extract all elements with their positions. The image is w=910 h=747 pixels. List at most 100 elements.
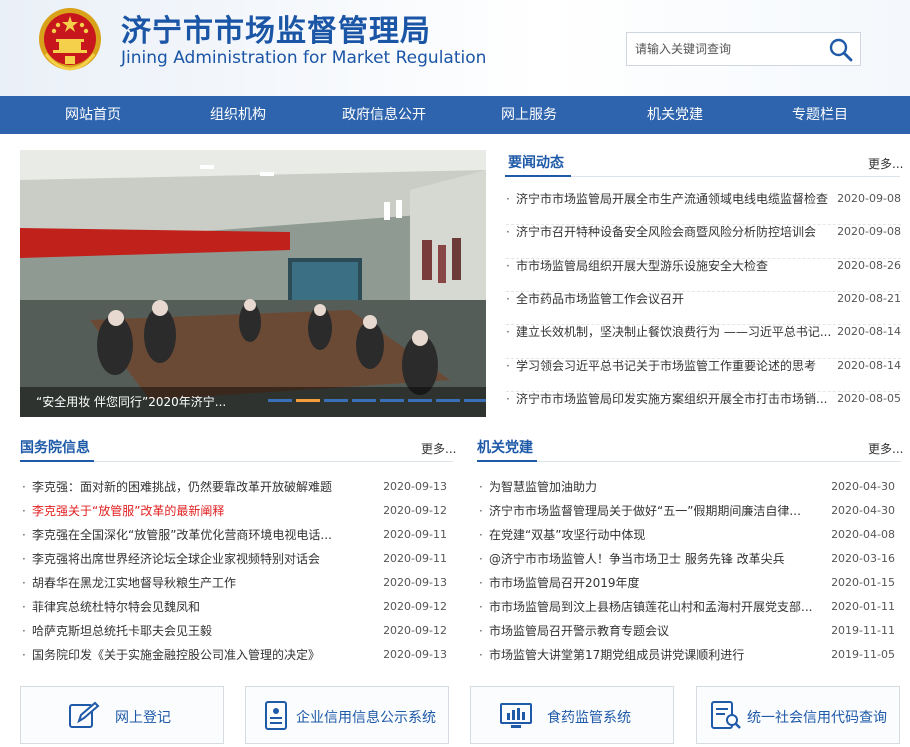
bullet-icon: · bbox=[479, 480, 483, 494]
nav-item-special-topics[interactable]: 专题栏目 bbox=[760, 96, 880, 134]
bullet-icon: · bbox=[479, 624, 483, 638]
search-input[interactable] bbox=[627, 33, 822, 65]
list-item-date: 2020-09-13 bbox=[383, 576, 447, 589]
pen-edit-icon bbox=[69, 701, 100, 728]
list-item-date: 2020-03-16 bbox=[831, 552, 895, 565]
list-item[interactable]: · 济宁市市场监管局印发实施方案组织开展全市打击市场销... 2020-08-05 bbox=[506, 387, 901, 411]
quick-link-label: 食药监管系统 bbox=[547, 710, 631, 726]
list-item[interactable]: · 在党建“双基”攻坚行动中体现 2020-04-08 bbox=[479, 523, 895, 547]
nav-item-organization[interactable]: 组织机构 bbox=[178, 96, 298, 134]
list-item[interactable]: · 济宁市市场监管局开展全市生产流通领域电线电缆监督检查 2020-09-08 bbox=[506, 187, 901, 211]
list-item-title[interactable]: 全市药品市场监管工作会议召开 bbox=[516, 287, 834, 311]
list-item-title[interactable]: 市市场监管局到汶上县杨店镇莲花山村和孟海村开展党支部... bbox=[489, 595, 819, 619]
bullet-icon: · bbox=[479, 504, 483, 518]
list-item[interactable]: · 市场监管局召开警示教育专题会议 2019-11-11 bbox=[479, 619, 895, 643]
list-item-title[interactable]: 市场监管局召开警示教育专题会议 bbox=[489, 619, 819, 643]
list-item-date: 2020-09-08 bbox=[837, 192, 901, 205]
quick-link-label: 企业信用信息公示系统 bbox=[296, 710, 436, 726]
news-slider[interactable]: “安全用妆 伴您同行”2020年济宁... bbox=[20, 150, 486, 417]
list-item-date: 2020-09-13 bbox=[383, 480, 447, 493]
list-item[interactable]: · 胡春华在黑龙江实地督导秋粮生产工作 2020-09-13 bbox=[22, 571, 447, 595]
list-item-date: 2020-09-11 bbox=[383, 528, 447, 541]
quick-link-food-drug[interactable]: 食药监管系统 bbox=[470, 686, 674, 744]
slider-dot[interactable] bbox=[464, 399, 486, 402]
slider-dot[interactable] bbox=[324, 399, 348, 402]
search-icon[interactable] bbox=[828, 37, 854, 63]
list-item[interactable]: · 李克强：面对新的困难挑战，仍然要靠改革开放破解难题 2020-09-13 bbox=[22, 475, 447, 499]
list-item-title[interactable]: 在党建“双基”攻坚行动中体现 bbox=[489, 523, 819, 547]
list-item-title[interactable]: 哈萨克斯坦总统托卡耶夫会见王毅 bbox=[32, 619, 372, 643]
list-item-title[interactable]: 市场监管大讲堂第17期党组成员讲党课顺利进行 bbox=[489, 643, 819, 667]
list-item-title[interactable]: 济宁市市场监管局印发实施方案组织开展全市打击市场销... bbox=[516, 387, 834, 411]
list-item-title[interactable]: 济宁市市场监督管理局关于做好“五一”假期期间廉洁自律... bbox=[489, 499, 819, 523]
list-item-title[interactable]: 胡春华在黑龙江实地督导秋粮生产工作 bbox=[32, 571, 372, 595]
list-item[interactable]: · 国务院印发《关于实施金融控股公司准入管理的决定》 2020-09-13 bbox=[22, 643, 447, 667]
bullet-icon: · bbox=[506, 225, 510, 240]
list-item-date: 2020-04-30 bbox=[831, 504, 895, 517]
list-item-title[interactable]: 为智慧监管加油助力 bbox=[489, 475, 819, 499]
list-item[interactable]: · 菲律宾总统杜特尔特会见魏凤和 2020-09-12 bbox=[22, 595, 447, 619]
list-item[interactable]: · 哈萨克斯坦总统托卡耶夫会见王毅 2020-09-12 bbox=[22, 619, 447, 643]
list-item-title[interactable]: 济宁市市场监管局开展全市生产流通领域电线电缆监督检查 bbox=[516, 187, 834, 211]
nav-item-gov-info[interactable]: 政府信息公开 bbox=[324, 96, 444, 134]
nav-item-party-building[interactable]: 机关党建 bbox=[615, 96, 735, 134]
list-item[interactable]: · 李克强在全国深化“放管服”改革优化营商环境电视电话... 2020-09-11 bbox=[22, 523, 447, 547]
list-item[interactable]: · 市市场监管局召开2019年度 2020-01-15 bbox=[479, 571, 895, 595]
list-item-date: 2020-09-11 bbox=[383, 552, 447, 565]
slider-photo[interactable] bbox=[20, 150, 486, 417]
quick-link-credit-code[interactable]: 统一社会信用代码查询 bbox=[696, 686, 900, 744]
slider-dot[interactable] bbox=[268, 399, 292, 402]
list-item[interactable]: · 学习领会习近平总书记关于市场监管工作重要论述的思考 2020-08-14 bbox=[506, 354, 901, 378]
list-item-title[interactable]: 李克强将出席世界经济论坛全球企业家视频特别对话会 bbox=[32, 547, 372, 571]
slider-dot[interactable] bbox=[296, 399, 320, 402]
list-item-title[interactable]: 学习领会习近平总书记关于市场监管工作重要论述的思考 bbox=[516, 354, 834, 378]
list-item[interactable]: · 市场监管大讲堂第17期党组成员讲党课顺利进行 2019-11-05 bbox=[479, 643, 895, 667]
bullet-icon: · bbox=[479, 552, 483, 566]
list-item-date: 2019-11-05 bbox=[831, 648, 895, 661]
list-item[interactable]: · 济宁市市场监督管理局关于做好“五一”假期期间廉洁自律... 2020-04-30 bbox=[479, 499, 895, 523]
list-item[interactable]: · 建立长效机制，坚决制止餐饮浪费行为 ——习近平总书记... 2020-08-14 bbox=[506, 320, 901, 344]
list-item-date: 2020-09-13 bbox=[383, 648, 447, 661]
list-item[interactable]: · 李克强将出席世界经济论坛全球企业家视频特别对话会 2020-09-11 bbox=[22, 547, 447, 571]
id-card-icon bbox=[265, 701, 287, 730]
list-item-title[interactable]: 市市场监管局召开2019年度 bbox=[489, 571, 819, 595]
list-item[interactable]: · 市市场监管局组织开展大型游乐设施安全大检查 2020-08-26 bbox=[506, 254, 901, 278]
list-item-title[interactable]: 李克强：面对新的困难挑战，仍然要靠改革开放破解难题 bbox=[32, 475, 372, 499]
list-item-title[interactable]: 李克强关于“放管服”改革的最新阐释 bbox=[32, 499, 372, 523]
slider-dot[interactable] bbox=[436, 399, 460, 402]
state-council-section-title: 国务院信息 bbox=[20, 440, 90, 456]
list-item-title[interactable]: 菲律宾总统杜特尔特会见魏凤和 bbox=[32, 595, 372, 619]
nav-item-home[interactable]: 网站首页 bbox=[33, 96, 153, 134]
slider-caption[interactable]: “安全用妆 伴您同行”2020年济宁... bbox=[36, 393, 226, 410]
list-item-title[interactable]: 国务院印发《关于实施金融控股公司准入管理的决定》 bbox=[32, 643, 372, 667]
state-council-more-link[interactable]: 更多... bbox=[421, 440, 456, 457]
list-item-title[interactable]: @济宁市市场监管人！争当市场卫士 服务先锋 改革尖兵 bbox=[489, 547, 819, 571]
quick-link-credit-info[interactable]: 企业信用信息公示系统 bbox=[245, 686, 449, 744]
list-item[interactable]: · 李克强关于“放管服”改革的最新阐释 2020-09-12 bbox=[22, 499, 447, 523]
list-item-title[interactable]: 李克强在全国深化“放管服”改革优化营商环境电视电话... bbox=[32, 523, 372, 547]
bullet-icon: · bbox=[22, 480, 26, 494]
list-item[interactable]: · 济宁市召开特种设备安全风险会商暨风险分析防控培训会 2020-09-08 bbox=[506, 220, 901, 244]
list-item-title[interactable]: 济宁市召开特种设备安全风险会商暨风险分析防控培训会 bbox=[516, 220, 834, 244]
list-item[interactable]: · 全市药品市场监管工作会议召开 2020-08-21 bbox=[506, 287, 901, 311]
list-item-date: 2020-09-12 bbox=[383, 504, 447, 517]
bullet-icon: · bbox=[506, 358, 510, 373]
bullet-icon: · bbox=[479, 600, 483, 614]
slider-dot[interactable] bbox=[380, 399, 404, 402]
monitor-chart-icon bbox=[500, 703, 532, 728]
national-emblem-icon bbox=[39, 8, 101, 71]
list-item[interactable]: · 市市场监管局到汶上县杨店镇莲花山村和孟海村开展党支部... 2020-01-11 bbox=[479, 595, 895, 619]
slider-dot[interactable] bbox=[408, 399, 432, 402]
quick-link-online-registration[interactable]: 网上登记 bbox=[20, 686, 224, 744]
list-item-title[interactable]: 建立长效机制，坚决制止餐饮浪费行为 ——习近平总书记... bbox=[516, 320, 834, 344]
party-more-link[interactable]: 更多... bbox=[868, 440, 903, 457]
list-item-title[interactable]: 市市场监管局组织开展大型游乐设施安全大检查 bbox=[516, 254, 834, 278]
slider-dot[interactable] bbox=[352, 399, 376, 402]
bullet-icon: · bbox=[22, 528, 26, 542]
nav-item-online-service[interactable]: 网上服务 bbox=[469, 96, 589, 134]
list-item[interactable]: · @济宁市市场监管人！争当市场卫士 服务先锋 改革尖兵 2020-03-16 bbox=[479, 547, 895, 571]
bullet-icon: · bbox=[506, 325, 510, 340]
news-more-link[interactable]: 更多... bbox=[868, 155, 903, 172]
list-item[interactable]: · 为智慧监管加油助力 2020-04-30 bbox=[479, 475, 895, 499]
bullet-icon: · bbox=[479, 648, 483, 662]
